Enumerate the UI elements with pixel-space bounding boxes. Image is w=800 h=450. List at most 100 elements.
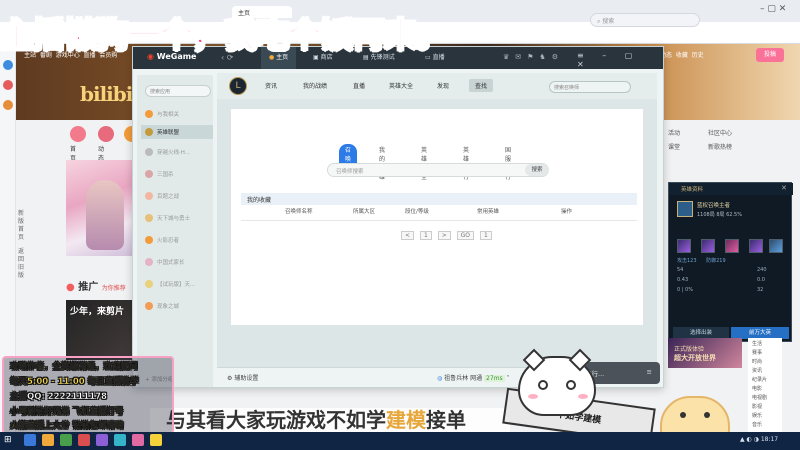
wegame-sidebar: 搜索应用 与我相关 英雄联盟 穿越火线·H... 三国杀 百题之战 天下城与勇士… xyxy=(137,75,213,387)
close-icon[interactable]: ✕ xyxy=(781,184,787,192)
side-tag-old[interactable]: 返回旧版 xyxy=(18,248,28,280)
favorites-table-header: 召唤师名称 所属大区 段位/等级 常用英雄 操作 xyxy=(241,207,637,219)
cat-cheek xyxy=(578,394,588,399)
menu-icon: ≡ xyxy=(646,368,652,376)
col-rank: 段位/等级 xyxy=(405,209,429,215)
summoner-search-input[interactable]: 召唤师搜索 xyxy=(327,163,549,177)
cf-icon xyxy=(145,148,153,156)
nav-item[interactable]: 历史 xyxy=(692,52,704,59)
sidebar-item-parents[interactable]: 中国式家长 xyxy=(141,255,213,269)
lol-tab-news[interactable]: 资讯 xyxy=(265,81,277,90)
taskbar-app-icon[interactable] xyxy=(24,434,36,446)
upload-button[interactable]: 投稿 xyxy=(756,48,784,62)
list-item[interactable]: 生活 xyxy=(752,340,778,349)
server-icon: ◍ xyxy=(437,375,443,382)
taskbar-app-icon[interactable] xyxy=(96,434,108,446)
game-promo-banner[interactable]: 正式版体验 超大开放世界 xyxy=(668,338,742,368)
sidebar-item-sgs[interactable]: 三国杀 xyxy=(141,167,213,181)
rail-weibo-icon[interactable] xyxy=(3,100,13,110)
window-controls[interactable]: ≡ – ▢ ✕ xyxy=(577,51,663,69)
lol-tab-mystats[interactable]: 我的战绩 xyxy=(303,81,327,90)
champion-icon[interactable] xyxy=(701,239,715,253)
list-item[interactable]: 资讯 xyxy=(752,367,778,376)
sidebar-item-castle[interactable]: 天下城与勇士 xyxy=(141,211,213,225)
streamer-info-box: 攻略作者，全英雄精通，欢迎提问 每天5:00 - 11:00 每日直播教学 主播… xyxy=(2,356,174,434)
sidebar-item-city[interactable]: 现象之城 xyxy=(141,299,213,313)
video-thumbnail-2[interactable]: 少年，来剪片 xyxy=(66,300,136,360)
go-button[interactable]: GO xyxy=(456,231,475,240)
prev-page-button[interactable]: < xyxy=(401,231,415,240)
list-item[interactable]: 电视剧 xyxy=(752,394,778,403)
cat-item[interactable]: 新歌热榜 xyxy=(708,142,732,151)
lol-tabbar: L 资讯 我的战绩 直播 英雄大全 发现 查找 搜索召唤师 xyxy=(217,73,657,99)
list-item[interactable]: 影视 xyxy=(752,403,778,412)
lol-search-input[interactable]: 搜索召唤师 xyxy=(549,81,631,93)
col-region: 所属大区 xyxy=(353,209,376,215)
promotion-sub: 为你推荐 xyxy=(101,285,126,292)
app-search-input[interactable]: 搜索应用 xyxy=(145,85,211,97)
page-input[interactable]: 1 xyxy=(479,231,492,240)
taskbar-app-icon[interactable] xyxy=(60,434,72,446)
lol-tab-discover[interactable]: 发现 xyxy=(437,81,449,90)
rail-history-icon[interactable] xyxy=(3,80,13,90)
sidebar-item-lol[interactable]: 英雄联盟 xyxy=(141,125,213,139)
next-page-button[interactable]: > xyxy=(437,231,451,240)
rail-star-icon[interactable] xyxy=(3,60,13,70)
cat-item[interactable]: 社区中心 xyxy=(708,128,732,137)
sidebar-item-related[interactable]: 与我相关 xyxy=(141,107,213,121)
list-item[interactable]: 娱乐 xyxy=(752,412,778,421)
col-summoner: 召唤师名称 xyxy=(285,209,313,215)
list-item[interactable]: 纪录片 xyxy=(752,376,778,385)
list-item[interactable]: 音乐 xyxy=(752,421,778,430)
champion-icon[interactable] xyxy=(677,239,691,253)
lol-hero-panel: 英雄资料 ✕ 蓝权召唤主者 1108局 8局 62.5% 攻击123 防御219… xyxy=(668,182,793,342)
banner-highlight: 建模 xyxy=(386,408,426,432)
server-info[interactable]: ◍ 祖鲁兵林 网通 27ms ˄ xyxy=(437,373,510,382)
cat-eye xyxy=(680,412,686,418)
home-icon[interactable] xyxy=(70,126,86,142)
champion-icon[interactable] xyxy=(749,239,763,253)
champion-icon[interactable] xyxy=(769,239,783,253)
sidebar-item-battle[interactable]: 百题之战 xyxy=(141,189,213,203)
sidebar-item-naruto[interactable]: 火影忍者 xyxy=(141,233,213,247)
search-button[interactable]: 搜索 xyxy=(525,164,549,176)
favorites-title: 我的收藏 xyxy=(241,193,637,205)
sidebar-item-cf[interactable]: 穿越火线·H... xyxy=(141,145,213,159)
list-item[interactable]: 电影 xyxy=(752,385,778,394)
dynamic-icon[interactable] xyxy=(98,126,114,142)
lol-icon xyxy=(145,128,153,136)
kda-row: 0 | 0% 32 xyxy=(677,287,764,293)
window-controls[interactable]: – ▢ ✕ xyxy=(760,4,786,14)
cat-item[interactable]: 活动 xyxy=(668,128,680,137)
page-number[interactable]: 1 xyxy=(419,231,432,240)
start-icon[interactable]: ⊞ xyxy=(4,435,12,445)
cat-item[interactable]: 课堂 xyxy=(668,142,680,151)
list-item[interactable]: 时尚 xyxy=(752,358,778,367)
lol-tab-search[interactable]: 查找 xyxy=(469,79,494,92)
taskbar-app-icon[interactable] xyxy=(132,434,144,446)
col-heroes: 常用英雄 xyxy=(477,209,500,215)
taskbar-app-icon[interactable] xyxy=(78,434,90,446)
list-item[interactable]: 赛事 xyxy=(752,349,778,358)
taskbar-app-icon[interactable] xyxy=(42,434,54,446)
lol-tab-live[interactable]: 直播 xyxy=(353,81,365,90)
video-caption: 少年，来剪片 xyxy=(70,307,125,317)
champion-icon[interactable] xyxy=(725,239,739,253)
side-tag-new[interactable]: 新版首页 xyxy=(18,210,28,242)
nav-item[interactable]: 收藏 xyxy=(676,52,688,59)
taskbar-app-icon[interactable] xyxy=(114,434,126,446)
address-placeholder: 搜索 xyxy=(602,18,615,25)
cat-eye xyxy=(566,380,576,390)
tray-icons: ▲ ◐ ◑ xyxy=(740,436,761,443)
system-tray: ▲ ◐ ◑ 18:17 xyxy=(740,436,778,443)
sgs-icon xyxy=(145,170,153,178)
titlebar-icons[interactable]: ♛✉⚑♞⚙ xyxy=(503,53,564,61)
cat-eye xyxy=(538,380,548,390)
address-search-input[interactable]: ⌕ 搜索 xyxy=(590,13,700,27)
castle-icon xyxy=(145,214,153,222)
info-line-qq: 主播QQ: 2222111178 xyxy=(10,392,107,402)
lol-tab-heroes[interactable]: 英雄大全 xyxy=(389,81,413,90)
assist-settings-button[interactable]: ⚙ 辅助设置 xyxy=(227,373,258,382)
sidebar-item-trial[interactable]: 【试玩版】天... xyxy=(141,277,213,291)
taskbar-app-icon[interactable] xyxy=(150,434,162,446)
